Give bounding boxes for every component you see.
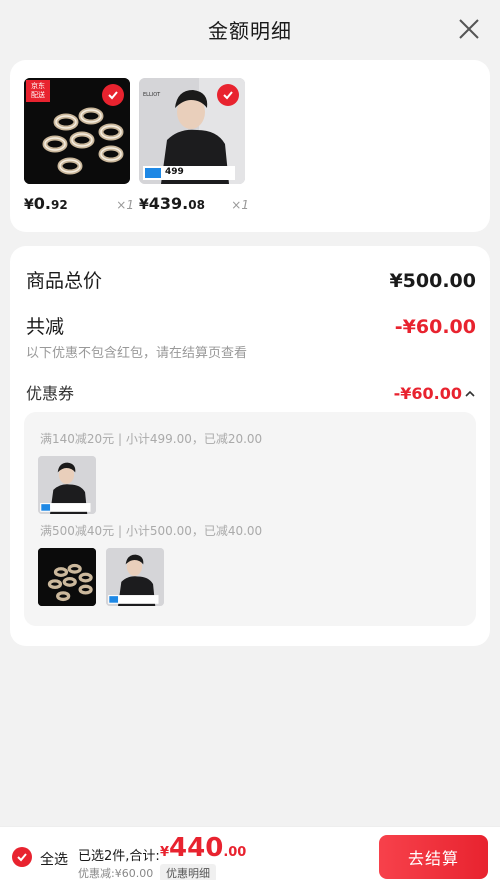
select-all-checkbox[interactable] [12,847,32,867]
total-row: 商品总价 ¥500.00 [26,266,476,293]
poster-brand: ELLIOT [143,92,161,98]
checkout-button[interactable]: 去结算 [379,835,488,879]
product-item-rings[interactable]: 京东 配送 ¥ 0. 92 ×1 [24,78,134,213]
checkout-bar: 全选 已选2件,合计: ¥ 440 .00 优惠减:¥60.00 优惠明细 去结… [0,826,500,880]
coupon-product-rings [38,548,96,606]
total-yen: ¥ [160,845,170,860]
price-int: 439. [148,194,189,213]
coupon-label: 优惠券 [26,384,75,403]
coupon-product-jacket [38,456,96,514]
total-dec: .00 [223,845,247,860]
total-label: 商品总价 [26,270,103,292]
price-yen: ¥ [139,197,149,213]
check-icon [17,853,27,862]
discount-note: 以下优惠不包含红包，请在结算页查看 [26,346,248,361]
coupon-detail-panel: 满140减20元 | 小计499.00，已减20.00 满500减40元 | 小… [24,412,476,626]
total-amount: ¥500.00 [389,270,476,292]
rings-thumb-image [38,548,96,606]
price-yen: ¥ [24,197,34,213]
check-icon[interactable] [102,84,124,106]
coupon-line: 满140减20元 | 小计499.00，已减20.00 [40,432,263,446]
select-all-label[interactable]: 全选 [40,849,68,869]
page-title: 金额明细 [208,18,292,43]
jacket-thumb-image [106,548,164,606]
product-image-rings[interactable]: 京东 配送 [24,78,130,184]
products-card: 京东 配送 ¥ 0. 92 ×1 499 ELLIOT ¥ 439. 08 ×1 [10,60,490,232]
coupon-amount: -¥60.00 [393,384,462,403]
product-image-jacket[interactable]: 499 ELLIOT [139,78,245,184]
price-row: ¥ 439. 08 ×1 [139,194,249,213]
discount-detail-button[interactable]: 优惠明细 [160,864,216,880]
jd-delivery-badge: 京东 配送 [26,80,50,102]
quantity: ×1 [116,198,134,212]
discount-label: 共减 [26,316,65,338]
selected-summary: 已选2件,合计: [78,849,160,864]
poster-price: 499 [165,167,184,177]
price-dec: 92 [50,198,68,212]
coupon-row[interactable]: 优惠券 -¥60.00 [26,380,476,404]
price-int: 0. [33,194,51,213]
coupon-product-jacket [106,548,164,606]
product-item-jacket[interactable]: 499 ELLIOT ¥ 439. 08 ×1 [139,78,249,213]
jacket-thumb-image [38,456,96,514]
summary-card: 商品总价 ¥500.00 共减 -¥60.00 以下优惠不包含红包，请在结算页查… [10,246,490,646]
close-icon[interactable] [458,18,480,40]
quantity: ×1 [231,198,249,212]
header: 金额明细 [0,0,500,58]
total-price: ¥ 440 .00 [160,833,246,863]
chevron-up-icon[interactable] [464,389,476,399]
discount-text: 优惠减:¥60.00 [78,867,154,880]
price-row: ¥ 0. 92 ×1 [24,194,134,213]
price-dec: 08 [188,198,205,212]
total-int: 440 [169,833,224,863]
discount-row: 共减 -¥60.00 [26,312,476,339]
check-icon[interactable] [217,84,239,106]
coupon-line: 满500减40元 | 小计500.00，已减40.00 [40,524,263,538]
discount-amount: -¥60.00 [394,316,476,338]
